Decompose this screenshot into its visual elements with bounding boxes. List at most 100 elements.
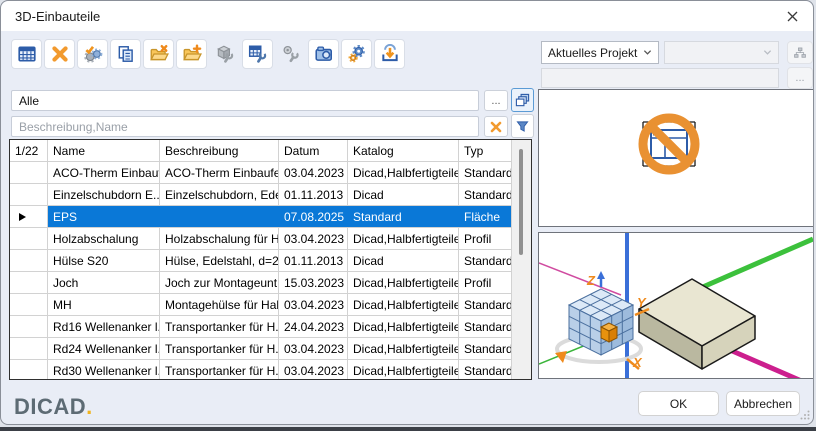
cell-typ[interactable]: Standard (459, 250, 511, 271)
row-marker-cell[interactable] (10, 360, 48, 379)
cell-typ[interactable]: Standard (459, 360, 511, 379)
cancel-button[interactable]: Abbrechen (726, 391, 800, 416)
cell-datum[interactable]: 03.04.2023 (279, 360, 348, 379)
cell-beschreibung[interactable]: ACO-Therm Einbaufe... (160, 162, 279, 183)
resize-grip[interactable] (800, 410, 810, 420)
folder-remove-button[interactable] (143, 39, 174, 69)
cell-katalog[interactable]: Dicad,Halbfertigteile (348, 294, 459, 315)
delete-button[interactable] (44, 39, 75, 69)
column-header-beschreibung[interactable]: Beschreibung (160, 140, 279, 161)
cell-datum[interactable]: 03.04.2023 (279, 228, 348, 249)
cell-name[interactable]: ACO-Therm Einbauf... (48, 162, 160, 183)
filter-more-button[interactable]: ... (484, 90, 508, 111)
cell-typ[interactable]: Standard (459, 294, 511, 315)
cell-beschreibung[interactable] (160, 206, 279, 227)
row-marker-cell[interactable] (10, 316, 48, 337)
cell-beschreibung[interactable]: Montagehülse für Hal... (160, 294, 279, 315)
table-row[interactable]: Rd24 Wellenanker l...Transportanker für … (10, 338, 511, 360)
row-marker-cell[interactable] (10, 272, 48, 293)
cascade-view-button[interactable] (511, 88, 534, 112)
row-marker-cell[interactable] (10, 228, 48, 249)
cell-katalog[interactable]: Dicad,Halbfertigteile (348, 316, 459, 337)
row-marker-cell[interactable] (10, 184, 48, 205)
snapshot-button[interactable] (308, 39, 339, 69)
row-marker-cell[interactable] (10, 294, 48, 315)
clear-search-button[interactable] (484, 116, 508, 137)
close-button[interactable] (771, 1, 813, 31)
cell-typ[interactable]: Standard (459, 184, 511, 205)
cell-beschreibung[interactable]: Transportanker für H... (160, 360, 279, 379)
cell-datum[interactable]: 01.11.2013 (279, 184, 348, 205)
cell-name[interactable]: Rd24 Wellenanker l... (48, 338, 160, 359)
cell-katalog[interactable]: Dicad,Halbfertigteile (348, 162, 459, 183)
cell-beschreibung[interactable]: Joch zur Montageunt... (160, 272, 279, 293)
cell-name[interactable]: Hülse S20 (48, 250, 160, 271)
cell-name[interactable]: Holzabschalung (48, 228, 160, 249)
cell-typ[interactable]: Standard (459, 316, 511, 337)
parts-check-button[interactable] (77, 39, 108, 69)
cell-beschreibung[interactable]: Transportanker für H... (160, 316, 279, 337)
settings-button[interactable] (341, 39, 372, 69)
cell-name[interactable]: Joch (48, 272, 160, 293)
cell-name[interactable]: Rd30 Wellenanker l... (48, 360, 160, 379)
folder-add-button[interactable] (176, 39, 207, 69)
cell-beschreibung[interactable]: Holzabschalung für H... (160, 228, 279, 249)
scrollbar-thumb[interactable] (519, 149, 523, 255)
catalog-grid-button[interactable] (11, 39, 42, 69)
project-browse-button[interactable]: ... (787, 67, 813, 89)
cell-datum[interactable]: 07.08.2025 (279, 206, 348, 227)
table-row[interactable]: MHMontagehülse für Hal...03.04.2023Dicad… (10, 294, 511, 316)
cell-datum[interactable]: 03.04.2023 (279, 294, 348, 315)
copy-button[interactable] (110, 39, 141, 69)
row-marker-cell[interactable] (10, 162, 48, 183)
cell-katalog[interactable]: Dicad (348, 250, 459, 271)
cell-beschreibung[interactable]: Transportanker für H... (160, 338, 279, 359)
cell-datum[interactable]: 15.03.2023 (279, 272, 348, 293)
table-row[interactable]: EPS 07.08.2025StandardFläche (10, 206, 511, 228)
table-scrollbar[interactable] (511, 140, 531, 379)
table-row[interactable]: Hülse S20Hülse, Edelstahl, d=2...01.11.2… (10, 250, 511, 272)
table-row[interactable]: JochJoch zur Montageunt...15.03.2023Dica… (10, 272, 511, 294)
cell-beschreibung[interactable]: Hülse, Edelstahl, d=2... (160, 250, 279, 271)
cell-name[interactable]: Rd16 Wellenanker l... (48, 316, 160, 337)
column-header-name[interactable]: Name (48, 140, 160, 161)
column-header-datum[interactable]: Datum (279, 140, 348, 161)
cell-typ[interactable]: Fläche (459, 206, 511, 227)
search-input[interactable] (11, 116, 479, 137)
column-header-typ[interactable]: Typ (459, 140, 511, 161)
row-marker-cell[interactable] (10, 206, 48, 227)
cell-typ[interactable]: Standard (459, 338, 511, 359)
cell-datum[interactable]: 03.04.2023 (279, 162, 348, 183)
cell-katalog[interactable]: Standard (348, 206, 459, 227)
table-row[interactable]: HolzabschalungHolzabschalung für H...03.… (10, 228, 511, 250)
cell-katalog[interactable]: Dicad (348, 184, 459, 205)
table-row[interactable]: Rd30 Wellenanker l...Transportanker für … (10, 360, 511, 379)
cell-typ[interactable]: Standard (459, 162, 511, 183)
preview-3d-panel[interactable]: Z Y X (538, 232, 814, 379)
row-marker-cell[interactable] (10, 250, 48, 271)
cell-katalog[interactable]: Dicad,Halbfertigteile (348, 272, 459, 293)
filter-funnel-button[interactable] (511, 114, 534, 138)
cell-katalog[interactable]: Dicad,Halbfertigteile (348, 228, 459, 249)
table-row[interactable]: Rd16 Wellenanker l...Transportanker für … (10, 316, 511, 338)
cell-name[interactable]: MH (48, 294, 160, 315)
cell-datum[interactable]: 03.04.2023 (279, 338, 348, 359)
column-header-katalog[interactable]: Katalog (348, 140, 459, 161)
cell-beschreibung[interactable]: Einzelschubdorn, Ede... (160, 184, 279, 205)
table-settings-button[interactable] (242, 39, 273, 69)
cell-typ[interactable]: Profil (459, 272, 511, 293)
cell-name[interactable]: EPS (48, 206, 160, 227)
cell-katalog[interactable]: Dicad,Halbfertigteile (348, 360, 459, 379)
cell-katalog[interactable]: Dicad,Halbfertigteile (348, 338, 459, 359)
cell-datum[interactable]: 24.04.2023 (279, 316, 348, 337)
project-scope-select[interactable]: Aktuelles Projekt (541, 41, 659, 64)
ok-button[interactable]: OK (638, 391, 719, 416)
catalog-filter-field[interactable]: Alle (11, 90, 479, 111)
table-row[interactable]: ACO-Therm Einbauf...ACO-Therm Einbaufe..… (10, 162, 511, 184)
row-marker-cell[interactable] (10, 338, 48, 359)
table-row[interactable]: Einzelschubdorn E...Einzelschubdorn, Ede… (10, 184, 511, 206)
cell-datum[interactable]: 01.11.2013 (279, 250, 348, 271)
import-button[interactable] (374, 39, 405, 69)
cell-name[interactable]: Einzelschubdorn E... (48, 184, 160, 205)
cell-typ[interactable]: Profil (459, 228, 511, 249)
